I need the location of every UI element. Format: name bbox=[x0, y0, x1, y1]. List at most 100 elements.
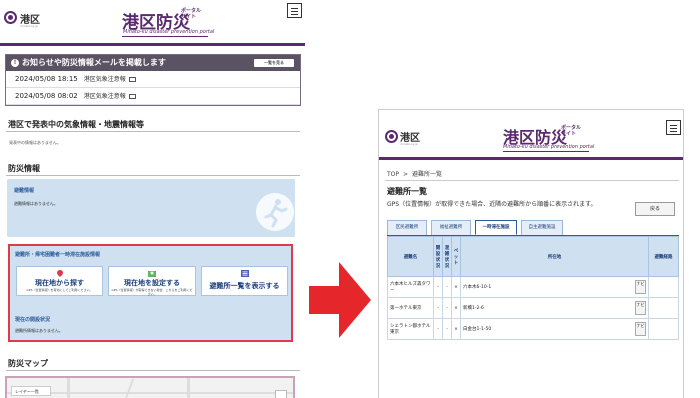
address-cell: 六本木6-10-1 ナビ bbox=[460, 276, 649, 298]
tab-ward-shelter[interactable]: 区民避難所 bbox=[387, 220, 427, 235]
shelter-name[interactable]: 第一ホテル東京 bbox=[387, 297, 434, 319]
open-status: - bbox=[433, 276, 443, 298]
right-screen: 港区 minato.lg.jp 港区防災 ポータル サイト Minato-ku … bbox=[378, 109, 684, 398]
pet-status: × bbox=[451, 276, 461, 298]
breadcrumb-separator: > bbox=[403, 171, 409, 178]
notice-header: ! お知らせや防災情報メールを掲載します 一覧を見る bbox=[6, 55, 300, 71]
pet-status: × bbox=[451, 297, 461, 319]
mail-icon bbox=[128, 76, 136, 82]
col-crowd: 混雑状況 bbox=[442, 236, 452, 277]
bosai-section-title: 防災情報 bbox=[8, 164, 40, 173]
navi-button[interactable]: ナビ bbox=[635, 322, 646, 336]
notice-date: 2024/05/08 08:02 bbox=[15, 92, 78, 100]
crowd-status: - bbox=[442, 297, 452, 319]
left-screen: 港区 minato.lg.jp 港区防災 ポータル サイト Minato-ku … bbox=[0, 0, 305, 398]
set-location-sub: GPS（位置情報）が取得できない場合、こちらをご利用ください。 bbox=[111, 288, 193, 296]
col-pet: ペット bbox=[451, 236, 461, 277]
city-sub: minato.lg.jp bbox=[20, 24, 38, 28]
disaster-map[interactable]: レイヤー一覧 bbox=[5, 376, 295, 398]
route-cell bbox=[648, 276, 679, 298]
pet-status: × bbox=[451, 318, 461, 340]
notice-source: 港区気象注意報 bbox=[83, 93, 126, 100]
map-section-title: 防災マップ bbox=[8, 359, 48, 368]
site-header: 港区 minato.lg.jp 港区防災 ポータル サイト Minato-ku … bbox=[0, 0, 305, 46]
evac-info-text: 避難情報はありません。 bbox=[14, 201, 58, 206]
set-location-button[interactable]: 現在地を設定する GPS（位置情報）が取得できない場合、こちらをご利用ください。 bbox=[108, 266, 196, 296]
location-pin-icon bbox=[56, 270, 63, 277]
tab-welfare-shelter[interactable]: 福祉避難所 bbox=[431, 220, 471, 235]
tab-temporary-stay[interactable]: 一時滞在施設 bbox=[475, 220, 517, 235]
table-row: 六本木ヒルズ森タワー - - × 六本木6-10-1 ナビ bbox=[387, 276, 679, 298]
map-pins-icon bbox=[148, 271, 156, 277]
hamburger-menu-icon[interactable] bbox=[666, 120, 681, 135]
table-row: 第一ホテル東京 - - × 新橋1-2-6 ナビ bbox=[387, 297, 679, 319]
divider bbox=[6, 175, 300, 176]
route-cell bbox=[648, 318, 679, 340]
minato-logo-icon[interactable] bbox=[4, 11, 17, 24]
notice-list-button[interactable]: 一覧を見る bbox=[254, 59, 294, 67]
open-status-title: 現在の開設状況 bbox=[15, 317, 51, 323]
portal-title-en: Minato-ku disaster prevention portal bbox=[123, 29, 215, 35]
crowd-status: - bbox=[442, 318, 452, 340]
portal-title-underline bbox=[503, 151, 589, 152]
list-icon bbox=[240, 270, 249, 277]
page-description: GPS（位置情報）が取得できた場合、近隣の避難所から順番に表示されます。 bbox=[387, 201, 597, 208]
mail-icon bbox=[128, 93, 136, 99]
shelter-table: 避難名 開設状況 混雑状況 ペット 所在地 避難経路 六本木ヒルズ森タワー - … bbox=[387, 236, 679, 340]
weather-section-title: 港区で発表中の気象情報・地震情報等 bbox=[8, 120, 144, 129]
navi-button[interactable]: ナビ bbox=[635, 280, 646, 294]
page-title: 避難所一覧 bbox=[387, 187, 427, 196]
breadcrumb: TOP > 避難所一覧 bbox=[387, 169, 442, 178]
set-location-label: 現在地を設定する bbox=[124, 279, 180, 287]
tab-voluntary-shelter[interactable]: 自主避難施設 bbox=[521, 220, 563, 235]
address: 六本木6-10-1 bbox=[463, 285, 492, 290]
divider bbox=[385, 180, 679, 181]
show-shelter-list-button[interactable]: 避難所一覧を表示する bbox=[201, 266, 288, 296]
open-status: - bbox=[433, 318, 443, 340]
portal-title-sup: ポータル サイト bbox=[181, 8, 201, 20]
table-row: シェラトン都ホテル東京 - - × 白金台1-1-50 ナビ bbox=[387, 318, 679, 340]
back-button[interactable]: 戻る bbox=[635, 202, 675, 216]
notice-panel: ! お知らせや防災情報メールを掲載します 一覧を見る 2024/05/08 18:… bbox=[5, 54, 301, 106]
notice-date: 2024/05/08 18:15 bbox=[15, 75, 78, 83]
site-header: 港区 minato.lg.jp 港区防災 ポータル サイト Minato-ku … bbox=[379, 110, 683, 160]
city-sub: minato.lg.jp bbox=[400, 142, 418, 146]
notice-item[interactable]: 2024/05/08 18:15 港区気象注意報 bbox=[6, 71, 300, 88]
map-zoom-control[interactable] bbox=[275, 390, 287, 398]
divider bbox=[6, 370, 300, 371]
portal-title-underline bbox=[122, 36, 208, 37]
shelter-name[interactable]: 六本木ヒルズ森タワー bbox=[387, 276, 434, 298]
navi-button[interactable]: ナビ bbox=[635, 301, 646, 315]
breadcrumb-current: 避難所一覧 bbox=[412, 171, 443, 178]
layer-list-button[interactable]: レイヤー一覧 bbox=[11, 386, 51, 396]
shelter-title: 避難所・帰宅困難者一時滞在施設情報 bbox=[15, 252, 101, 258]
portal-sup-2: サイト bbox=[181, 14, 197, 20]
red-arrow-icon bbox=[309, 262, 371, 338]
search-from-location-button[interactable]: 現在地から探す GPS（位置情報）を有効にしてご利用ください。 bbox=[16, 266, 103, 296]
open-status-text: 避難所情報はありません。 bbox=[15, 328, 63, 333]
search-from-location-label: 現在地から探す bbox=[35, 279, 84, 287]
col-route: 避難経路 bbox=[648, 236, 679, 277]
address: 白金台1-1-50 bbox=[463, 327, 492, 332]
hamburger-menu-icon[interactable] bbox=[287, 3, 302, 18]
breadcrumb-home[interactable]: TOP bbox=[387, 171, 399, 178]
col-name: 避難名 bbox=[387, 236, 434, 277]
notice-item[interactable]: 2024/05/08 08:02 港区気象注意報 bbox=[6, 88, 300, 105]
address: 新橋1-2-6 bbox=[463, 306, 484, 311]
open-status: - bbox=[433, 297, 443, 319]
address-cell: 白金台1-1-50 ナビ bbox=[460, 318, 649, 340]
col-address: 所在地 bbox=[460, 236, 649, 277]
divider bbox=[6, 131, 300, 132]
shelter-name[interactable]: シェラトン都ホテル東京 bbox=[387, 318, 434, 340]
portal-title-sup: ポータル サイト bbox=[561, 125, 581, 137]
running-person-icon bbox=[256, 193, 294, 231]
evac-info-title: 避難情報 bbox=[14, 188, 35, 194]
evac-info-panel: 避難情報 避難情報はありません。 bbox=[7, 179, 295, 237]
portal-title-en: Minato-ku disaster prevention portal bbox=[503, 144, 595, 150]
col-open: 開設状況 bbox=[433, 236, 443, 277]
notice-source: 港区気象注意報 bbox=[83, 76, 126, 83]
show-shelter-list-label: 避難所一覧を表示する bbox=[209, 282, 280, 290]
crowd-status: - bbox=[442, 276, 452, 298]
portal-sup-2: サイト bbox=[561, 131, 577, 137]
minato-logo-icon[interactable] bbox=[385, 130, 398, 143]
